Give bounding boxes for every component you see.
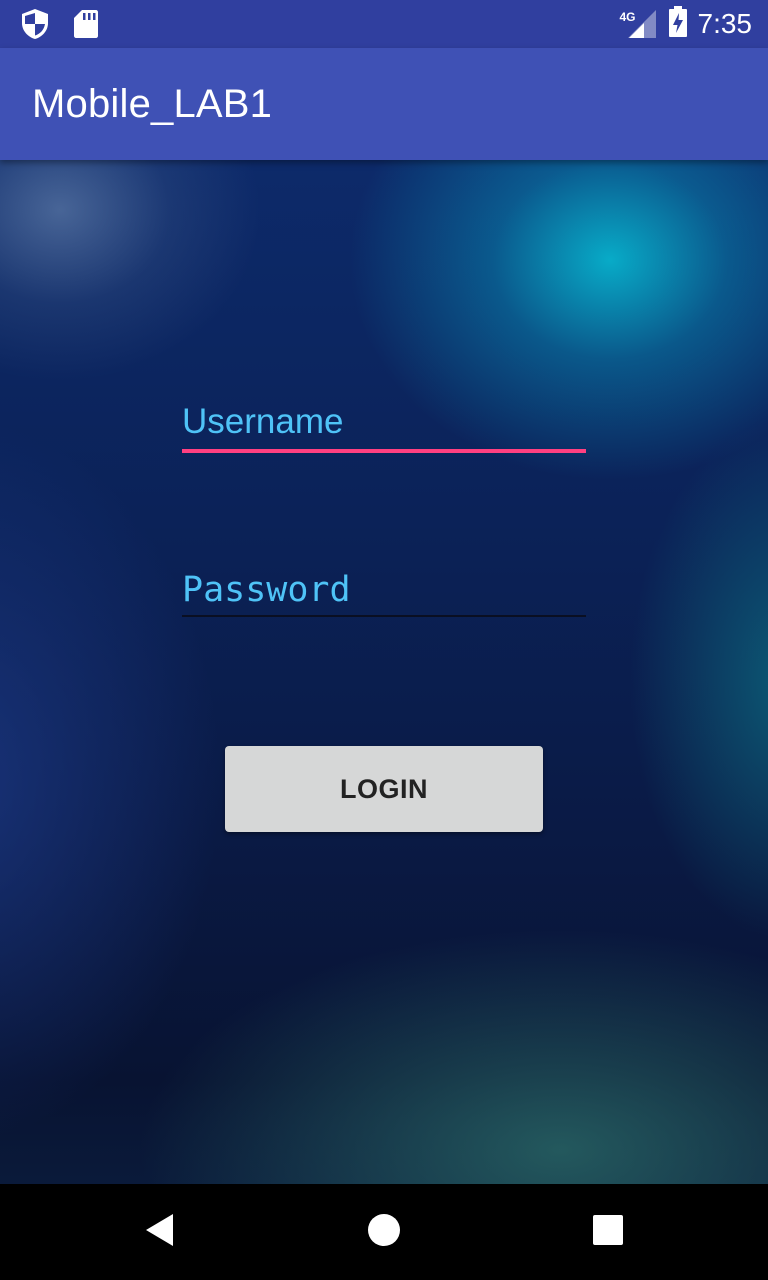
sd-card-icon [74,9,98,43]
home-icon [367,1213,401,1251]
clock: 7:35 [697,8,753,39]
battery-charging-icon [668,6,688,42]
recents-icon [592,1214,624,1250]
login-button[interactable]: LOGIN [225,746,543,832]
password-placeholder: Password [182,570,351,610]
app-bar: Mobile_LAB1 [0,48,768,160]
shield-icon [20,8,50,44]
username-placeholder: Username [182,402,344,441]
recents-button[interactable] [560,1184,656,1280]
password-input[interactable]: Password [182,566,586,620]
signal-icon: 4G [619,8,658,40]
network-type-label: 4G [619,10,636,24]
login-screen: Username Password LOGIN [0,160,768,1184]
password-underline [182,615,586,617]
back-icon [143,1212,177,1252]
home-button[interactable] [336,1184,432,1280]
status-bar: 4G 7:35 [0,0,768,48]
username-input[interactable]: Username [182,400,586,454]
app-title: Mobile_LAB1 [32,82,273,126]
username-underline [182,449,586,453]
back-button[interactable] [112,1184,208,1280]
nav-bar [0,1184,768,1280]
